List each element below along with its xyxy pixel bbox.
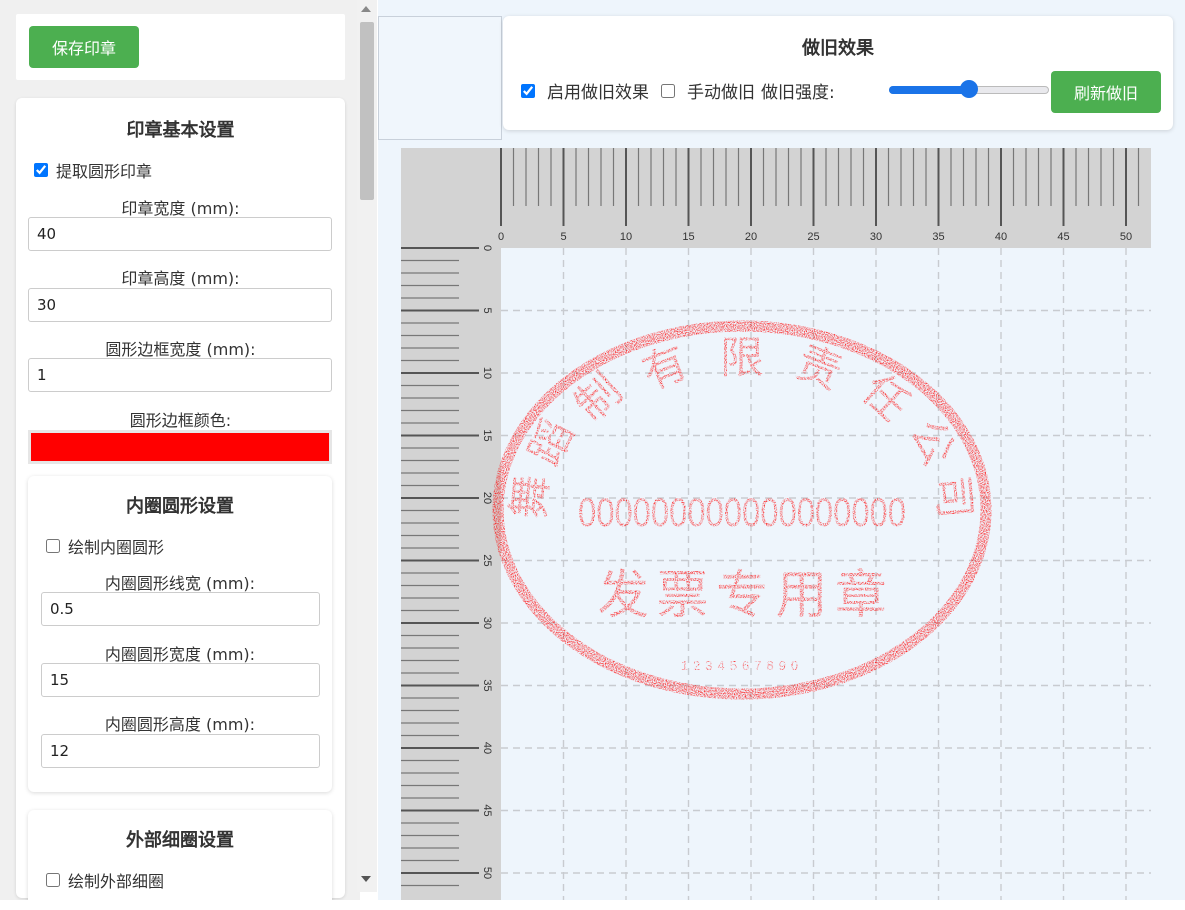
- basic-settings-title: 印章基本设置: [126, 120, 235, 141]
- top-ruler-label: 50: [1120, 231, 1132, 243]
- save-card: 保存印章: [16, 14, 345, 80]
- enable-aging-checkbox[interactable]: [521, 83, 535, 98]
- draw-outer-option[interactable]: 绘制外部细圈: [46, 868, 164, 892]
- outer-ring-title: 外部细圈设置: [126, 830, 234, 851]
- top-ruler-label: 15: [682, 231, 694, 243]
- manual-aging-checkbox[interactable]: [661, 83, 675, 98]
- outer-ring-card: 外部细圈设置 绘制外部细圈: [28, 810, 332, 900]
- top-ruler-label: 25: [807, 231, 819, 243]
- top-ruler-label: 45: [1057, 231, 1069, 243]
- basic-settings-card: 印章基本设置 提取圆形印章 印章宽度 (mm): 印章高度 (mm): 圆形边框…: [16, 98, 345, 900]
- stamp-company-char: 舞: [503, 473, 558, 521]
- top-ruler-label: 5: [560, 231, 566, 243]
- border-color-picker[interactable]: [28, 430, 332, 464]
- extract-circle-label: 提取圆形印章: [56, 162, 153, 181]
- stamp-canvas[interactable]: 0 5 10 15 20 25 30 35 40 45 50 0 5 10 15 20 25 30 35 40 45 5…: [401, 148, 1151, 900]
- stamp-width-label: 印章宽度 (mm):: [121, 199, 240, 218]
- stamp-width-input[interactable]: [28, 217, 332, 251]
- save-stamp-button[interactable]: 保存印章: [29, 26, 139, 68]
- left-ruler-label: 5: [481, 307, 493, 313]
- border-color-label: 圆形边框颜色:: [129, 411, 232, 430]
- slider-fill: [889, 86, 969, 94]
- draw-outer-checkbox[interactable]: [46, 873, 60, 887]
- preview-area: 做旧效果 启用做旧效果 手动做旧 做旧强度: 刷新做旧 0 5 10 15 20 25 30…: [378, 0, 1185, 900]
- draw-inner-label: 绘制内圈圆形: [68, 538, 165, 557]
- stamp-height-input[interactable]: [28, 288, 332, 322]
- inner-height-input[interactable]: [41, 734, 320, 768]
- inner-line-width-label: 内圈圆形线宽 (mm):: [104, 574, 256, 593]
- left-ruler-label: 20: [481, 492, 493, 504]
- stamp-company-char: 限: [720, 333, 764, 384]
- scroll-up-arrow-icon[interactable]: [361, 6, 371, 12]
- left-ruler-label: 0: [481, 245, 493, 251]
- enable-aging-label: 启用做旧效果: [547, 83, 649, 103]
- border-width-label: 圆形边框宽度 (mm):: [105, 340, 256, 359]
- settings-panel: 保存印章 印章基本设置 提取圆形印章 印章宽度 (mm): 印章高度 (mm):…: [0, 0, 360, 900]
- draw-inner-checkbox[interactable]: [46, 539, 60, 553]
- scrollbar-thumb[interactable]: [360, 22, 374, 200]
- top-ruler-label: 30: [870, 231, 882, 243]
- settings-scrollbar[interactable]: [357, 0, 377, 892]
- stamp-company-char: 司: [926, 473, 981, 521]
- left-ruler-label: 30: [481, 617, 493, 629]
- inner-height-label: 内圈圆形高度 (mm):: [104, 715, 256, 734]
- draw-outer-label: 绘制外部细圈: [68, 872, 165, 891]
- top-ruler-label: 35: [932, 231, 944, 243]
- inner-circle-title: 内圈圆形设置: [126, 496, 234, 517]
- left-ruler-label: 10: [481, 367, 493, 379]
- left-ruler-label: 15: [481, 429, 493, 441]
- aging-strength-slider[interactable]: [889, 80, 1049, 100]
- border-width-input[interactable]: [28, 358, 332, 392]
- inner-circle-card: 内圈圆形设置 绘制内圈圆形 内圈圆形线宽 (mm): 内圈圆形宽度 (mm): …: [28, 476, 332, 792]
- stamp-height-label: 印章高度 (mm):: [121, 269, 240, 288]
- left-ruler-label: 45: [481, 804, 493, 816]
- scroll-down-arrow-icon[interactable]: [361, 876, 371, 882]
- stamp-tax-number: 000000000000000000: [578, 491, 906, 535]
- left-ruler-label: 35: [481, 679, 493, 691]
- slider-thumb[interactable]: [960, 80, 978, 98]
- extract-circle-option[interactable]: 提取圆形印章: [34, 158, 152, 182]
- stamp-type-text: 发票专用章: [597, 566, 887, 626]
- stamp-code-text: 1234567890: [681, 658, 803, 673]
- aging-controls-row: 启用做旧效果 手动做旧 做旧强度:: [521, 78, 835, 103]
- left-ruler-label: 50: [481, 867, 493, 879]
- left-ruler-label: 40: [481, 742, 493, 754]
- extract-circle-checkbox[interactable]: [34, 163, 48, 177]
- inner-width-label: 内圈圆形宽度 (mm):: [104, 645, 256, 664]
- stamp-thumbnail-preview: [378, 16, 502, 140]
- aging-effect-card: 做旧效果 启用做旧效果 手动做旧 做旧强度: 刷新做旧: [503, 16, 1173, 130]
- aging-effect-title: 做旧效果: [802, 38, 874, 59]
- top-ruler-label: 10: [620, 231, 632, 243]
- manual-aging-label: 手动做旧: [687, 83, 755, 103]
- top-ruler-label: 0: [498, 231, 504, 243]
- top-ruler-label: 40: [995, 231, 1007, 243]
- inner-width-input[interactable]: [41, 663, 320, 697]
- inner-line-width-input[interactable]: [41, 592, 320, 626]
- left-ruler: [401, 248, 501, 900]
- top-ruler-label: 20: [745, 231, 757, 243]
- aging-strength-label: 做旧强度:: [761, 83, 835, 103]
- left-ruler-label: 25: [481, 554, 493, 566]
- draw-inner-option[interactable]: 绘制内圈圆形: [46, 534, 164, 558]
- refresh-aging-button[interactable]: 刷新做旧: [1051, 71, 1161, 113]
